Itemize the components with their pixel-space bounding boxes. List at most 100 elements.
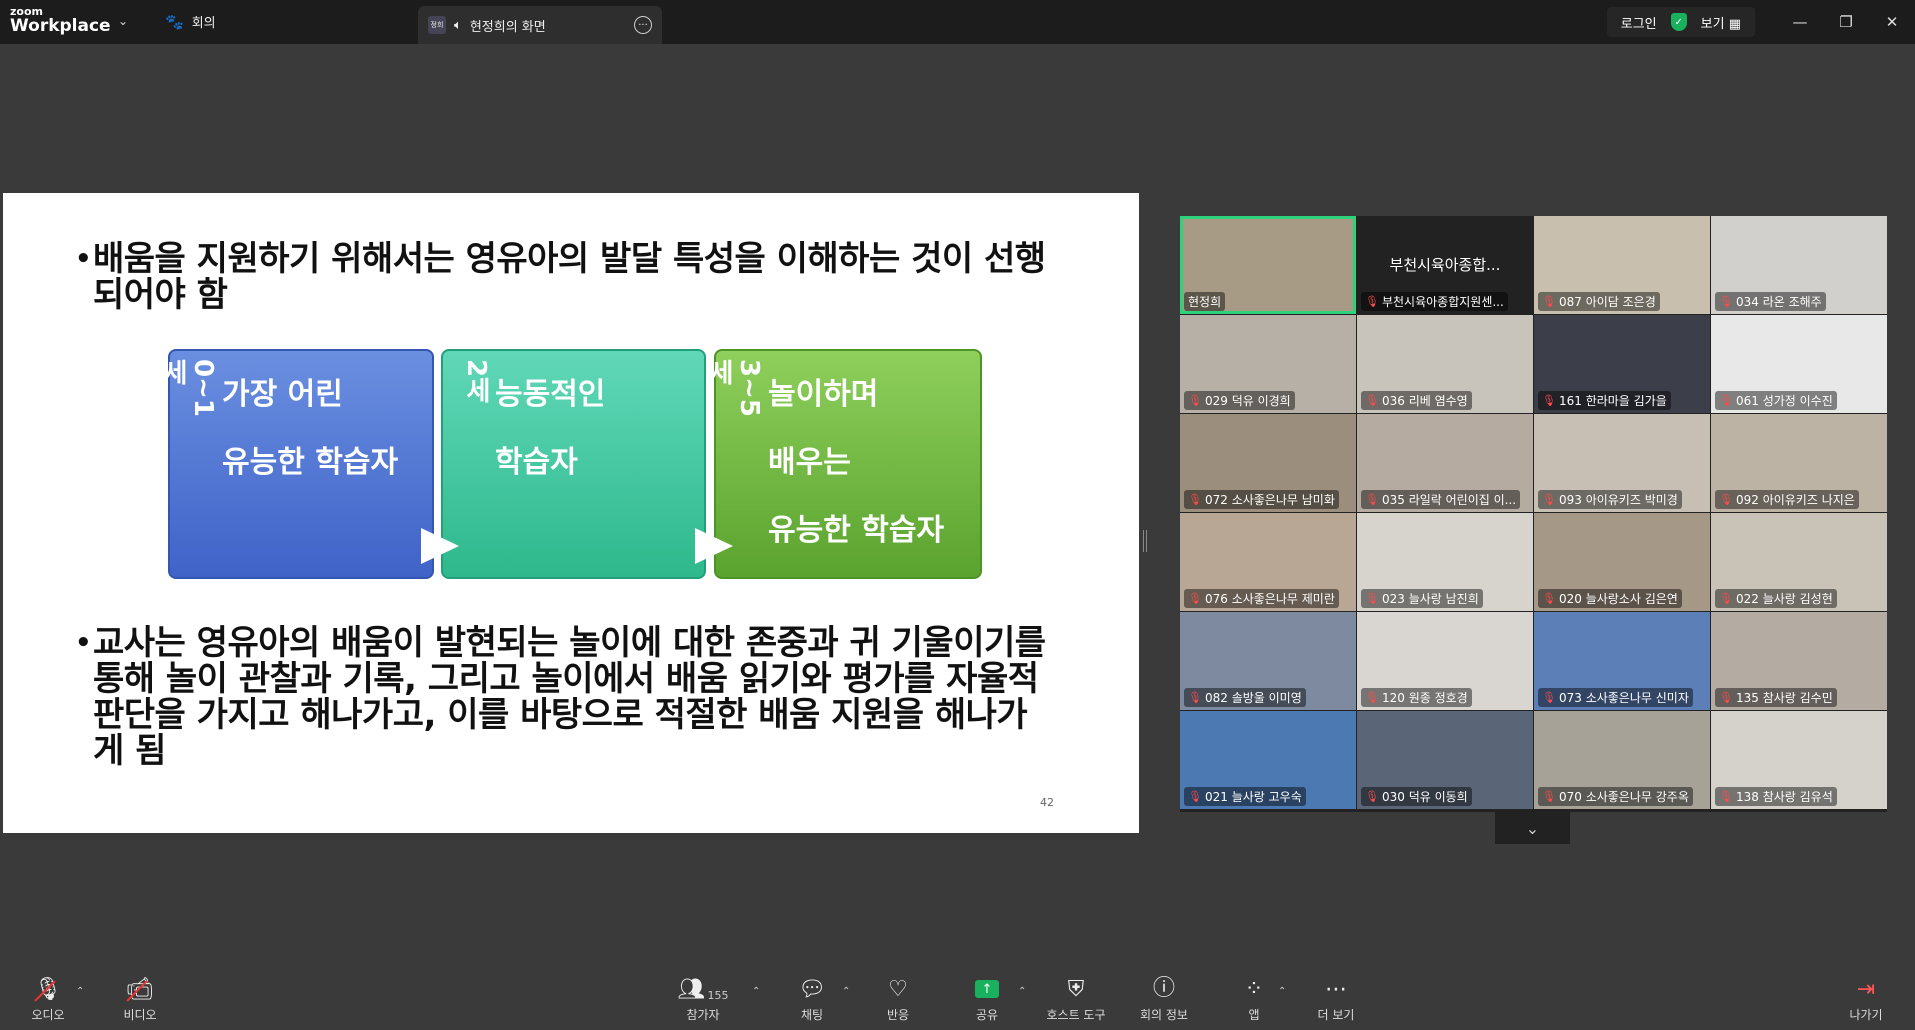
- participant-tile[interactable]: 🎙︎ 021 늘사랑 고우숙: [1180, 711, 1356, 809]
- chevron-up-icon[interactable]: ⌃: [76, 986, 84, 997]
- participant-tile[interactable]: 현정희: [1180, 216, 1356, 314]
- microphone-muted-icon: 🎙︎: [1719, 295, 1733, 308]
- participant-tile[interactable]: 🎙︎ 138 참사랑 김유석: [1711, 711, 1887, 809]
- close-icon[interactable]: ✕: [1869, 13, 1915, 31]
- slide-bullet-2: • 교사는 영유아의 배움이 발현되는 놀이에 대한 존중과 귀 기울이기를 통…: [75, 623, 1046, 771]
- video-button[interactable]: 📹︎ 비디오: [100, 970, 180, 1023]
- microphone-muted-icon: 🎙︎: [1365, 493, 1379, 506]
- participant-tile[interactable]: 🎙︎ 020 늘사랑소사 김은연: [1534, 513, 1710, 611]
- microphone-muted-icon: 🎙︎: [1188, 592, 1202, 605]
- participant-tile[interactable]: 🎙︎ 093 아이유키즈 박미경: [1534, 414, 1710, 512]
- share-button[interactable]: ↑ 공유: [947, 970, 1027, 1023]
- zoom-logo: zoom Workplace: [10, 5, 111, 36]
- chevron-up-icon[interactable]: ⌃: [1018, 986, 1026, 997]
- chevron-up-icon[interactable]: ⌃: [752, 986, 760, 997]
- info-icon: ⓘ: [1152, 976, 1175, 1001]
- participant-tile[interactable]: 부천시육아종합... 🎙︎ 부천시육아종합지원센...: [1357, 216, 1533, 314]
- grid-view-icon: ▦: [1728, 16, 1741, 32]
- participant-tile[interactable]: 🎙︎ 036 리베 염수영: [1357, 315, 1533, 413]
- more-button[interactable]: ⋯ 더 보기: [1296, 970, 1376, 1023]
- stage-box-preschool: 3~5세 놀이하며 배우는 유능한 학습자: [704, 349, 982, 579]
- title-bar: zoom Workplace ⌄ 🐾 회의 정희 🔈︎ 현정희의 화면 ··· …: [0, 0, 1915, 44]
- microphone-muted-icon: 🎙︎: [1188, 394, 1202, 407]
- participant-tile[interactable]: 🎙︎ 082 솔방울 이미영: [1180, 612, 1356, 710]
- shield-icon[interactable]: ✓: [1670, 13, 1687, 31]
- participant-tile[interactable]: 🎙︎ 022 늘사랑 김성현: [1711, 513, 1887, 611]
- participant-tile[interactable]: 🎙︎ 023 늘사랑 남진희: [1357, 513, 1533, 611]
- microphone-muted-icon: 🎙︎: [1719, 493, 1733, 506]
- more-icon: ⋯: [1325, 977, 1347, 1002]
- participant-tile[interactable]: 🎙︎ 161 한라마을 김가을: [1534, 315, 1710, 413]
- participant-tile[interactable]: 🎙︎ 135 참사랑 김수민: [1711, 612, 1887, 710]
- tab-meeting[interactable]: 🐾 회의: [165, 12, 216, 32]
- paw-icon: 🐾: [165, 12, 184, 31]
- participants-button[interactable]: 👥︎ 155 참가자: [663, 970, 743, 1023]
- panel-resize-handle[interactable]: [1143, 530, 1147, 552]
- stage-box-infant: 0~1세 가장 어린 유능한 학습자: [158, 349, 434, 579]
- heart-icon: ♡: [888, 977, 908, 1002]
- participant-tile[interactable]: 🎙︎ 029 덕유 이경희: [1180, 315, 1356, 413]
- participant-tile[interactable]: 🎙︎ 120 원종 정호경: [1357, 612, 1533, 710]
- shared-slide: • 배움을 지원하기 위해서는 영유아의 발달 특성을 이해하는 것이 선행되어…: [3, 193, 1139, 833]
- participant-tile[interactable]: 🎙︎ 092 아이유키즈 나지은: [1711, 414, 1887, 512]
- chevron-up-icon[interactable]: ⌃: [1278, 986, 1286, 997]
- slide-bullet-1: • 배움을 지원하기 위해서는 영유아의 발달 특성을 이해하는 것이 선행되어…: [75, 239, 1046, 315]
- chat-icon: 💬︎: [798, 977, 826, 1002]
- participant-name-label: 🎙︎ 070 소사좋은나무 강주옥: [1538, 787, 1693, 806]
- meeting-toolbar: 🎙︎ 오디오 ⌃ 📹︎ 비디오 👥︎ 155 참가자 ⌃ 💬︎ 채팅 ⌃ ♡ 반응…: [0, 970, 1915, 1030]
- reactions-button[interactable]: ♡ 반응: [858, 970, 938, 1023]
- participant-name-label: 🎙︎ 061 성가정 이수진: [1715, 391, 1837, 410]
- participant-name-label: 🎙︎ 135 참사랑 김수민: [1715, 688, 1837, 707]
- chat-button[interactable]: 💬︎ 채팅: [772, 970, 852, 1023]
- participant-tile[interactable]: 🎙︎ 034 라온 조해주: [1711, 216, 1887, 314]
- chevron-down-icon[interactable]: ⌄: [118, 14, 128, 28]
- microphone-muted-icon: 🎙︎: [1365, 691, 1379, 704]
- microphone-muted-icon: 🎙︎: [1719, 394, 1733, 407]
- participant-name-label: 🎙︎ 029 덕유 이경희: [1184, 391, 1295, 410]
- leave-button[interactable]: ⇥ 나가기: [1826, 970, 1906, 1023]
- participant-name-label: 🎙︎ 120 원종 정호경: [1361, 688, 1472, 707]
- chevron-down-icon[interactable]: ⌄: [1495, 812, 1570, 844]
- participant-name-label: 🎙︎ 023 늘사랑 남진희: [1361, 589, 1483, 608]
- participant-tile[interactable]: 🎙︎ 070 소사좋은나무 강주옥: [1534, 711, 1710, 809]
- participant-tile[interactable]: 🎙︎ 035 라일락 어린이집 이...: [1357, 414, 1533, 512]
- meeting-info-button[interactable]: ⓘ 회의 정보: [1124, 970, 1204, 1023]
- microphone-muted-icon: 🎙︎: [1542, 592, 1556, 605]
- participant-name-label: 🎙︎ 092 아이유키즈 나지은: [1715, 490, 1859, 509]
- view-button[interactable]: 보기 ▦: [1701, 13, 1741, 32]
- chevron-up-icon[interactable]: ⌃: [842, 986, 850, 997]
- more-options-icon[interactable]: ···: [634, 16, 652, 34]
- microphone-muted-icon: 🎙︎: [1188, 790, 1202, 803]
- participant-tile[interactable]: 🎙︎ 030 덕유 이동희: [1357, 711, 1533, 809]
- participant-name-label: 🎙︎ 076 소사좋은나무 제미란: [1184, 589, 1339, 608]
- participant-name-label: 🎙︎ 036 리베 염수영: [1361, 391, 1472, 410]
- participant-tile[interactable]: 🎙︎ 076 소사좋은나무 제미란: [1180, 513, 1356, 611]
- login-button[interactable]: 로그인: [1621, 13, 1657, 32]
- participant-tile[interactable]: 🎙︎ 061 성가정 이수진: [1711, 315, 1887, 413]
- participant-tile[interactable]: 🎙︎ 072 소사좋은나무 남미화: [1180, 414, 1356, 512]
- share-screen-icon: ↑: [975, 980, 999, 998]
- microphone-muted-icon: 🎙︎: [34, 977, 62, 1002]
- participant-tile[interactable]: 🎙︎ 087 아이담 조은경: [1534, 216, 1710, 314]
- participant-tile[interactable]: 🎙︎ 073 소사좋은나무 신미자: [1534, 612, 1710, 710]
- participant-name-label: 🎙︎ 034 라온 조해주: [1715, 292, 1826, 311]
- minimize-icon[interactable]: —: [1777, 13, 1823, 31]
- restore-icon[interactable]: ❐: [1823, 13, 1869, 31]
- avatar: 정희: [428, 16, 446, 34]
- participant-name-label: 🎙︎ 087 아이담 조은경: [1538, 292, 1660, 311]
- shield-icon: ⛨: [1067, 977, 1085, 1002]
- participant-name-label: 🎙︎ 072 소사좋은나무 남미화: [1184, 490, 1339, 509]
- stage-box-toddler: 2세 능동적인 학습자: [441, 349, 706, 579]
- apps-icon: ⁘: [1244, 977, 1264, 1002]
- microphone-muted-icon: 🎙︎: [1365, 394, 1379, 407]
- participant-name-label: 🎙︎ 022 늘사랑 김성현: [1715, 589, 1837, 608]
- participant-name-label: 🎙︎ 082 솔방울 이미영: [1184, 688, 1306, 707]
- tab-shared-screen[interactable]: 정희 🔈︎ 현정희의 화면 ···: [418, 6, 662, 44]
- microphone-muted-icon: 🎙︎: [1542, 790, 1556, 803]
- host-tools-button[interactable]: ⛨ 호스트 도구: [1036, 970, 1116, 1023]
- participant-display-name: 부천시육아종합...: [1389, 256, 1501, 274]
- speaker-icon: 🔈︎: [454, 17, 462, 33]
- microphone-muted-icon: 🎙︎: [1719, 691, 1733, 704]
- participant-video-grid: 현정희 부천시육아종합... 🎙︎ 부천시육아종합지원센... 🎙︎ 087 아이담 조은…: [1180, 216, 1887, 812]
- microphone-muted-icon: 🎙︎: [1365, 295, 1379, 308]
